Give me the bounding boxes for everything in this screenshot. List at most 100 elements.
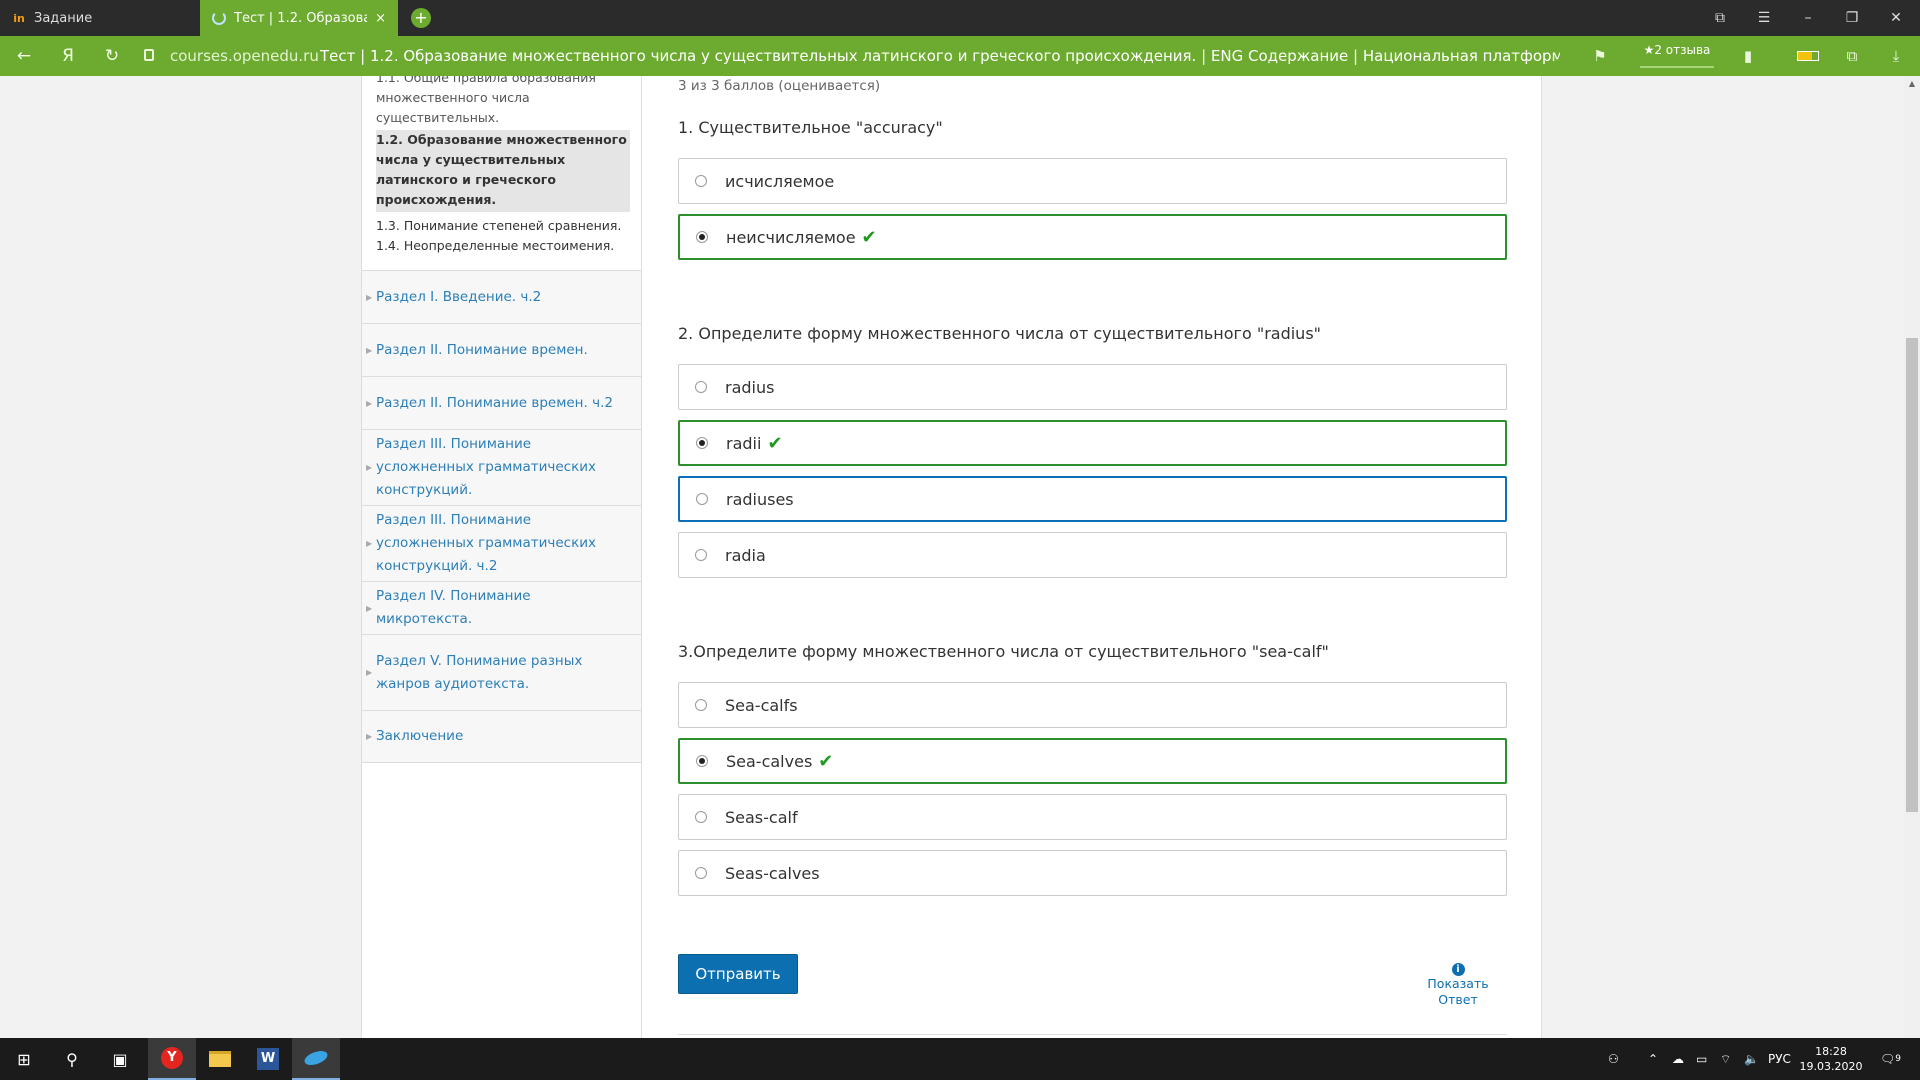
checkmark-icon: ✔ — [861, 226, 877, 248]
address-domain[interactable]: courses.openedu.ru — [170, 47, 319, 65]
option-label: radii — [726, 433, 762, 453]
tab-favicon-icon: in — [13, 11, 25, 25]
back-arrow-icon[interactable]: ← — [4, 36, 44, 76]
file-explorer-icon[interactable] — [196, 1038, 244, 1080]
radio-button[interactable] — [695, 381, 707, 393]
answer-option[interactable]: исчисляемое — [678, 158, 1507, 204]
radio-button[interactable] — [696, 493, 708, 505]
option-label: radius — [725, 377, 775, 397]
radio-button[interactable] — [695, 867, 707, 879]
new-tab-button[interactable]: + — [411, 8, 431, 28]
subsection-item[interactable]: 1.3. Понимание степеней сравнения. — [376, 216, 630, 236]
section-item[interactable]: ▶ Раздел V. Понимание разных жанров ауди… — [362, 634, 641, 710]
expand-arrow-icon: ▶ — [366, 463, 373, 472]
restore-icon[interactable]: ❐ — [1830, 0, 1874, 36]
subsection-item-current[interactable]: 1.2. Образование множественного числа у … — [376, 130, 630, 212]
scroll-up-icon[interactable]: ▲ — [1904, 76, 1920, 92]
address-bar: ← Я ↻ courses.openedu.ru Тест | 1.2. Обр… — [0, 36, 1920, 76]
expand-arrow-icon: ▶ — [366, 732, 373, 741]
expand-arrow-icon: ▶ — [366, 539, 373, 548]
yandex-browser-icon[interactable]: Y — [148, 1038, 196, 1080]
clock[interactable]: 18:28 19.03.2020 — [1796, 1044, 1866, 1074]
minimize-icon[interactable]: – — [1786, 0, 1830, 36]
section-label: Раздел III. Понимание усложненных грамма… — [376, 436, 597, 498]
option-label: radia — [725, 545, 766, 565]
section-item[interactable]: ▶ Раздел III. Понимание усложненных грам… — [362, 429, 641, 505]
download-icon[interactable]: ⤓ — [1878, 36, 1914, 76]
reviews-button[interactable]: ★2 отзыва — [1640, 42, 1714, 68]
radio-button-selected[interactable] — [696, 755, 708, 767]
option-label: Sea-calves — [726, 751, 813, 771]
expand-arrow-icon: ▶ — [366, 603, 373, 613]
radio-button[interactable] — [695, 549, 707, 561]
menu-icon[interactable]: ☰ — [1742, 0, 1786, 36]
subsection-item[interactable]: 1.4. Неопределенные местоимения. — [376, 236, 630, 256]
expand-arrow-icon: ▶ — [366, 345, 373, 355]
answer-option[interactable]: radia — [678, 532, 1507, 578]
tab-test-active[interactable]: Тест | 1.2. Образование × — [200, 0, 398, 36]
tab-label: Тест | 1.2. Образование — [234, 10, 367, 26]
battery-tray-icon[interactable]: ▭ — [1696, 1038, 1707, 1080]
option-label: неисчисляемое — [726, 227, 856, 247]
people-icon[interactable]: ⚇ — [1608, 1038, 1619, 1080]
notifications-icon[interactable]: 🗨 9 — [1880, 1038, 1901, 1080]
option-label: Sea-calfs — [725, 695, 798, 715]
divider — [678, 1034, 1507, 1035]
reload-icon[interactable]: ↻ — [92, 36, 132, 76]
radio-button[interactable] — [695, 699, 707, 711]
course-page: 1.1. Общие правила образования множестве… — [361, 76, 1542, 1038]
option-label: radiuses — [726, 489, 794, 509]
radio-button-selected[interactable] — [696, 437, 708, 449]
subsection-list: 1.1. Общие правила образования множестве… — [376, 76, 630, 256]
section-item[interactable]: ▶ Раздел I. Введение. ч.2 — [362, 270, 641, 323]
section-item[interactable]: ▶ Раздел IV. Понимание микротекста. — [362, 581, 641, 634]
answer-option[interactable]: Seas-calf — [678, 794, 1507, 840]
task-view-icon[interactable]: ▣ — [96, 1038, 144, 1080]
section-item[interactable]: ▶ Заключение — [362, 710, 641, 763]
section-label: Заключение — [376, 728, 464, 744]
tab-close-icon[interactable]: × — [375, 11, 386, 26]
subsection-item[interactable]: 1.1. Общие правила образования множестве… — [376, 76, 630, 128]
option-label: Seas-calves — [725, 863, 820, 883]
show-answer-label: Ответ — [1438, 992, 1478, 1007]
radio-button-selected[interactable] — [696, 231, 708, 243]
answer-option[interactable]: Sea-calfs — [678, 682, 1507, 728]
section-item[interactable]: ▶ Раздел II. Понимание времен. — [362, 323, 641, 376]
section-item[interactable]: ▶ Раздел II. Понимание времен. ч.2 — [362, 376, 641, 429]
page-scrollbar[interactable]: ▲ — [1904, 76, 1920, 1038]
onedrive-icon[interactable]: ☁ — [1672, 1038, 1684, 1080]
info-icon: i — [1451, 963, 1465, 976]
answer-option-correct[interactable]: неисчисляемое ✔ — [678, 214, 1507, 260]
answer-option-focused[interactable]: radiuses — [678, 476, 1507, 522]
app-icon[interactable] — [292, 1038, 340, 1080]
window-close-icon[interactable]: ✕ — [1874, 0, 1918, 36]
answer-option-correct[interactable]: Sea-calves ✔ — [678, 738, 1507, 784]
volume-icon[interactable]: 🔈 — [1744, 1038, 1759, 1080]
page-title-in-address[interactable]: Тест | 1.2. Образование множественного ч… — [320, 47, 1560, 65]
section-label: Раздел II. Понимание времен. — [376, 341, 588, 358]
show-answer-button[interactable]: i Показать Ответ — [1418, 960, 1498, 1008]
wifi-icon[interactable]: ⌔ — [1720, 1038, 1731, 1080]
bookmarks-panel-icon[interactable]: ⧉ — [1698, 0, 1742, 36]
scrollbar-thumb[interactable] — [1906, 338, 1918, 812]
answer-option-correct[interactable]: radii ✔ — [678, 420, 1507, 466]
translate-icon[interactable]: ⚑ — [1582, 36, 1618, 76]
answer-option[interactable]: Seas-calves — [678, 850, 1507, 896]
bookmark-icon[interactable]: ▮ — [1730, 36, 1766, 76]
windows-start-icon[interactable]: ⊞ — [0, 1038, 48, 1080]
section-item[interactable]: ▶ Раздел III. Понимание усложненных грам… — [362, 505, 641, 581]
expand-arrow-icon: ▶ — [366, 292, 373, 302]
search-icon[interactable]: ⚲ — [48, 1038, 96, 1080]
submit-button[interactable]: Отправить — [678, 954, 798, 994]
answer-option[interactable]: radius — [678, 364, 1507, 410]
yandex-button[interactable]: Я — [48, 36, 88, 76]
radio-button[interactable] — [695, 811, 707, 823]
tray-chevron-icon[interactable]: ⌃ — [1648, 1038, 1658, 1080]
word-icon[interactable]: W — [244, 1038, 292, 1080]
collections-icon[interactable]: ⧉ — [1834, 36, 1870, 76]
question-1-text: 1. Существительное "accuracy" — [678, 118, 943, 137]
battery-icon[interactable] — [1790, 36, 1826, 76]
language-indicator[interactable]: РУС — [1768, 1038, 1791, 1080]
radio-button[interactable] — [695, 175, 707, 187]
tab-zadanie[interactable]: in Задание — [0, 0, 200, 36]
